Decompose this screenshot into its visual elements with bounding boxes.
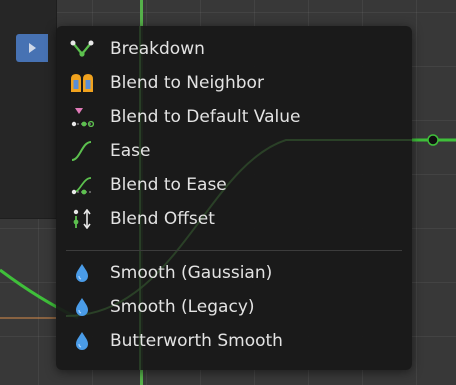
menu-item-smooth-gaussian[interactable]: Smooth (Gaussian) <box>56 256 412 290</box>
menu-item-ease[interactable]: Ease <box>56 134 412 168</box>
menu-item-label: Smooth (Legacy) <box>110 297 255 317</box>
menu-item-breakdown[interactable]: Breakdown <box>56 32 412 66</box>
menu-item-blend-offset[interactable]: Blend Offset <box>56 202 412 236</box>
menu-item-smooth-legacy[interactable]: Smooth (Legacy) <box>56 290 412 324</box>
blend-offset-icon <box>73 209 91 229</box>
menu-item-label: Breakdown <box>110 39 205 59</box>
menu-item-blend-to-default-value[interactable]: Blend to Default Value <box>56 100 412 134</box>
submenu-parent-highlight[interactable] <box>16 34 48 62</box>
menu-item-label: Butterworth Smooth <box>110 331 283 351</box>
menu-item-butterworth-smooth[interactable]: Butterworth Smooth <box>56 324 412 358</box>
droplet-icon <box>76 298 88 316</box>
menu-item-label: Smooth (Gaussian) <box>110 263 273 283</box>
chevron-right-icon <box>29 43 36 53</box>
blend-default-icon <box>71 108 94 127</box>
blend-ease-icon <box>71 177 92 195</box>
blend-neighbor-icon <box>71 74 93 92</box>
droplet-icon <box>76 264 88 282</box>
menu-item-blend-to-neighbor[interactable]: Blend to Neighbor <box>56 66 412 100</box>
menu-item-label: Blend to Default Value <box>110 107 301 127</box>
breakdown-icon <box>70 40 94 57</box>
menu-separator <box>66 250 402 251</box>
droplet-icon <box>76 332 88 350</box>
menu-item-label: Blend Offset <box>110 209 215 229</box>
ease-curve-icon <box>71 141 92 161</box>
slider-operators-menu: Breakdown Blend to Neighbor Blend to Def… <box>56 26 412 370</box>
menu-item-blend-to-ease[interactable]: Blend to Ease <box>56 168 412 202</box>
menu-item-label: Ease <box>110 141 151 161</box>
menu-item-label: Blend to Neighbor <box>110 73 264 93</box>
menu-item-label: Blend to Ease <box>110 175 227 195</box>
